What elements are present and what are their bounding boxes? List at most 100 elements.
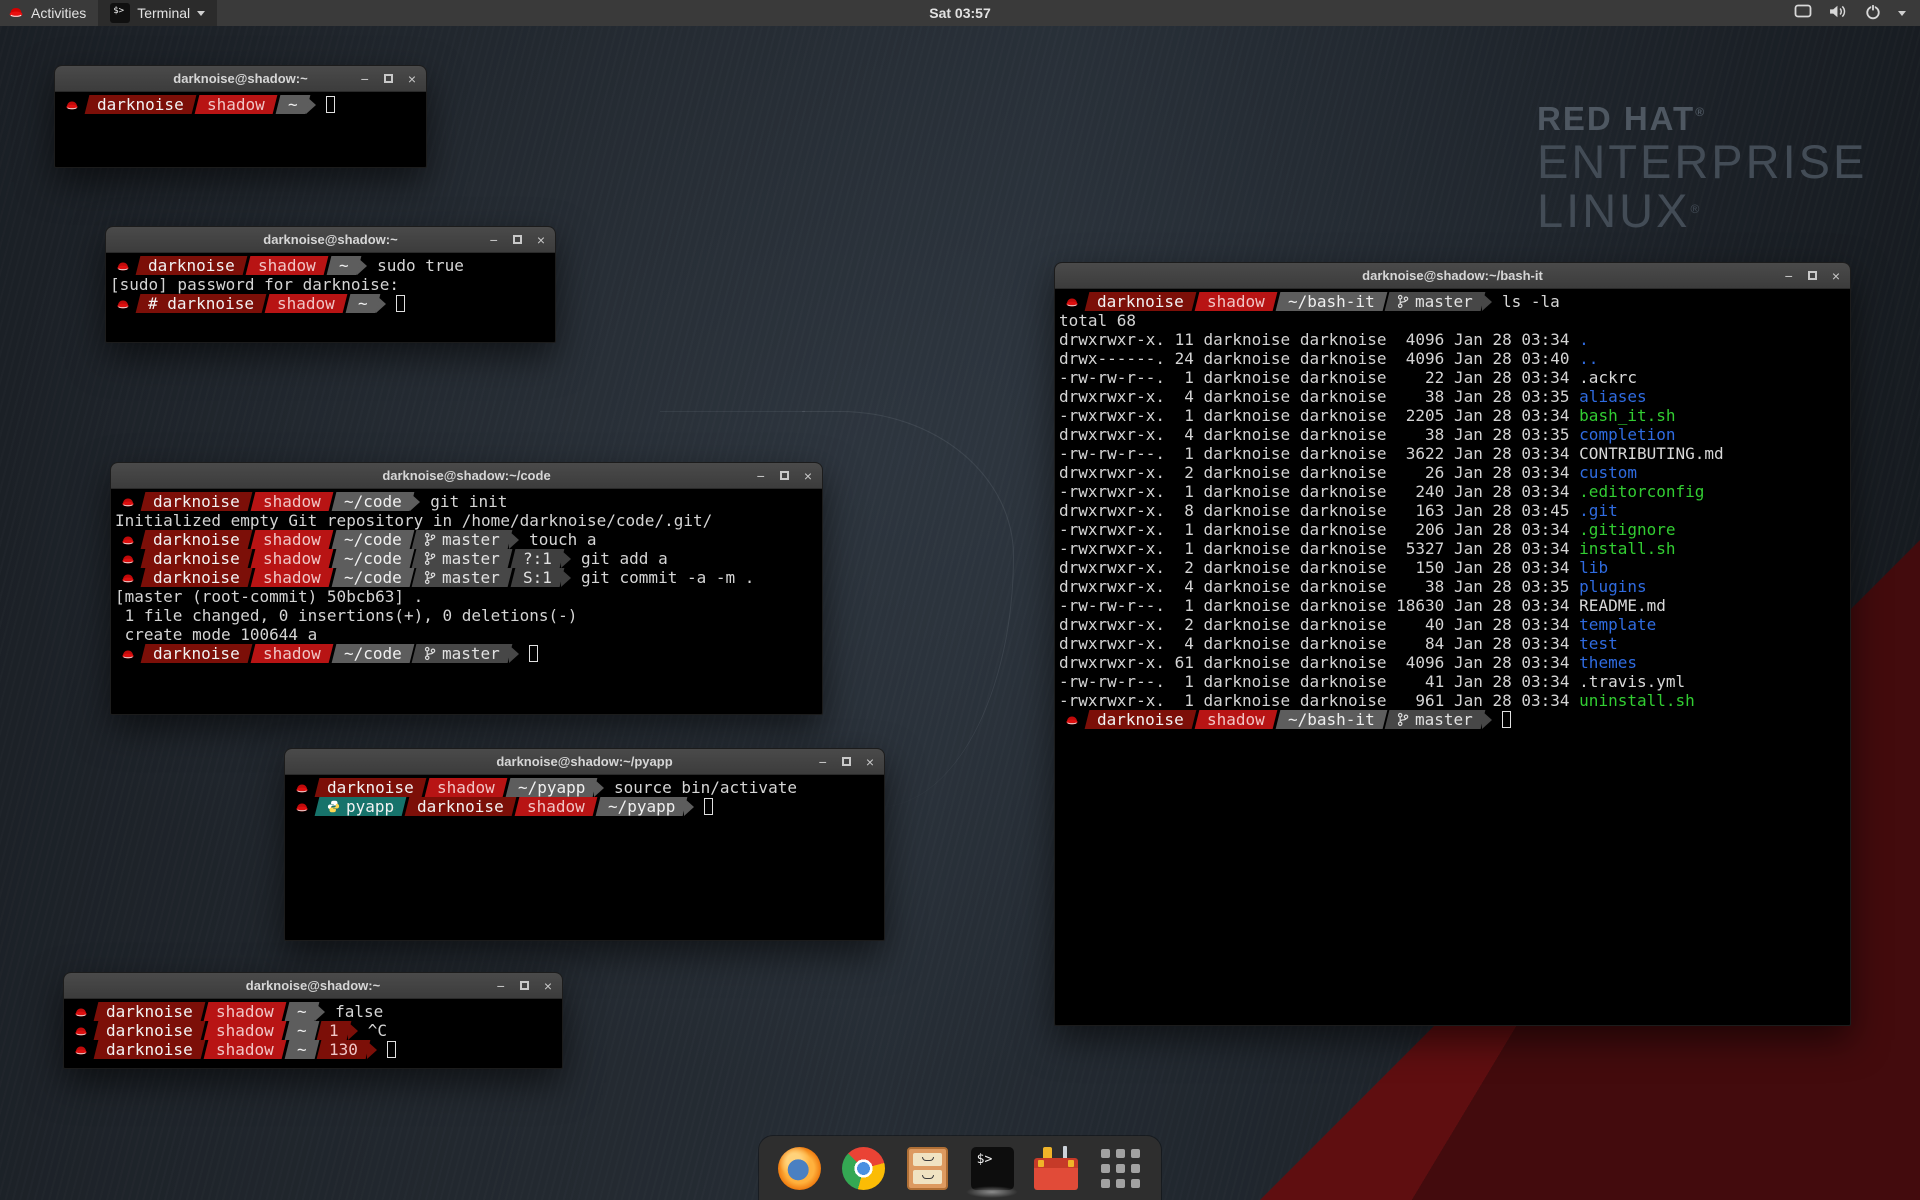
output-line: [master (root-commit) 50bcb63] . — [115, 587, 821, 606]
window-title: darknoise@shadow:~/code — [111, 468, 822, 483]
output-line: drwxrwxr-x. 8 darknoise darknoise 163 Ja… — [1059, 501, 1849, 520]
redhat-icon — [110, 298, 135, 310]
chevron-down-icon — [197, 11, 205, 16]
close-button[interactable]: × — [1832, 269, 1840, 283]
terminal-content[interactable]: darknoiseshadow~falsedarknoiseshadow~1^C… — [65, 1000, 561, 1067]
drawer — [913, 1153, 942, 1167]
maximize-button[interactable] — [520, 981, 529, 990]
minimize-button[interactable]: − — [1785, 269, 1793, 283]
prompt-segment-path: ~/bash-it — [1275, 710, 1386, 729]
prompt-line: darknoiseshadow~1^C — [68, 1021, 561, 1040]
prompt-segment-path: ~ — [284, 1040, 318, 1059]
chrome-icon[interactable] — [840, 1144, 888, 1192]
redhat-icon — [110, 260, 135, 272]
maximize-button[interactable] — [384, 74, 393, 83]
minimize-button[interactable]: − — [819, 755, 827, 769]
app-menu[interactable]: $> Terminal — [98, 0, 217, 26]
window-titlebar[interactable]: darknoise@shadow:~ −× — [55, 66, 426, 92]
close-button[interactable]: × — [408, 72, 416, 86]
maximize-button[interactable] — [780, 471, 789, 480]
window-titlebar[interactable]: darknoise@shadow:~ −× — [106, 227, 555, 253]
activities-button[interactable]: Activities — [0, 0, 98, 26]
display-icon[interactable] — [1794, 4, 1812, 22]
system-tray[interactable] — [1794, 0, 1920, 26]
terminal-cursor — [1502, 711, 1511, 728]
drawer — [913, 1170, 942, 1184]
prompt-segment-user: darknoise — [141, 568, 252, 587]
file-name: lib — [1579, 558, 1608, 577]
running-app-glow — [966, 1186, 1018, 1198]
minimize-button[interactable]: − — [490, 233, 498, 247]
firefox-icon[interactable] — [775, 1144, 823, 1192]
terminal-window-pyapp: darknoise@shadow:~/pyapp −× darknoisesha… — [284, 748, 885, 941]
output-line: drwxrwxr-x. 2 darknoise darknoise 150 Ja… — [1059, 558, 1849, 577]
activities-label: Activities — [31, 5, 86, 21]
minimize-button[interactable]: − — [757, 469, 765, 483]
window-titlebar[interactable]: darknoise@shadow:~ −× — [64, 973, 562, 999]
output-line: -rw-rw-r--. 1 darknoise darknoise 18630 … — [1059, 596, 1849, 615]
brand-line-1: RED HAT® — [1537, 100, 1867, 138]
prompt-segment-branch: master — [412, 568, 513, 587]
prompt-segment-user: darknoise — [141, 644, 252, 663]
clock[interactable]: Sat 03:57 — [929, 5, 990, 21]
prompt-segment-path: ~ — [284, 1002, 318, 1021]
terminal-content[interactable]: darknoiseshadow~sudo true[sudo] password… — [107, 254, 554, 341]
prompt-segment-host: shadow — [265, 294, 348, 313]
output-line: drwxrwxr-x. 4 darknoise darknoise 84 Jan… — [1059, 634, 1849, 653]
redhat-icon — [115, 572, 140, 584]
minimize-button[interactable]: − — [361, 72, 369, 86]
files-icon[interactable] — [904, 1144, 952, 1192]
power-icon[interactable] — [1865, 4, 1881, 23]
volume-icon[interactable] — [1829, 4, 1848, 22]
maximize-button[interactable] — [842, 757, 851, 766]
output-line: drwxrwxr-x. 4 darknoise darknoise 38 Jan… — [1059, 425, 1849, 444]
prompt-line: # darknoiseshadow~ — [110, 294, 554, 313]
minimize-button[interactable]: − — [497, 979, 505, 993]
output-line: drwxrwxr-x. 4 darknoise darknoise 38 Jan… — [1059, 387, 1849, 406]
prompt-segment-user: darknoise — [315, 778, 426, 797]
window-titlebar[interactable]: darknoise@shadow:~/pyapp −× — [285, 749, 884, 775]
app-grid-icon[interactable] — [1097, 1144, 1145, 1192]
toolbox-icon[interactable] — [1032, 1144, 1080, 1192]
file-name: aliases — [1579, 387, 1646, 406]
prompt-segment-host: shadow — [250, 530, 333, 549]
file-name: themes — [1579, 653, 1637, 672]
prompt-segment-status: S:1 — [511, 568, 565, 587]
output-line: -rw-rw-r--. 1 darknoise darknoise 22 Jan… — [1059, 368, 1849, 387]
python-icon — [327, 800, 340, 813]
maximize-button[interactable] — [1808, 271, 1817, 280]
file-name: custom — [1579, 463, 1637, 482]
terminal-window-home: darknoise@shadow:~ −× darknoiseshadow~ — [54, 65, 427, 168]
prompt-segment-host: shadow — [1194, 292, 1277, 311]
prompt-segment-user: darknoise — [141, 492, 252, 511]
close-button[interactable]: × — [537, 233, 545, 247]
prompt-line: darknoiseshadow~sudo true — [110, 256, 554, 275]
file-name: install.sh — [1579, 539, 1675, 558]
terminal-content[interactable]: darknoiseshadow~/codegit initInitialized… — [112, 490, 821, 713]
close-button[interactable]: × — [544, 979, 552, 993]
prompt-segment-user: darknoise — [94, 1040, 205, 1059]
window-titlebar[interactable]: darknoise@shadow:~/bash-it − × — [1055, 263, 1850, 289]
wallpaper-line — [660, 411, 805, 412]
terminal-content[interactable]: darknoiseshadow~/bash-itmasterls -latota… — [1056, 290, 1849, 1024]
prompt-segment-user: darknoise — [85, 95, 196, 114]
terminal-cursor — [704, 798, 713, 815]
registered-mark: ® — [1690, 202, 1702, 216]
window-title: darknoise@shadow:~/bash-it — [1055, 268, 1850, 283]
terminal-icon[interactable]: $> — [968, 1144, 1016, 1192]
terminal-content[interactable]: darknoiseshadow~/pyappsource bin/activat… — [286, 776, 883, 939]
terminal-content[interactable]: darknoiseshadow~ — [56, 93, 425, 166]
window-titlebar[interactable]: darknoise@shadow:~/code − × — [111, 463, 822, 489]
file-name: plugins — [1579, 577, 1646, 596]
close-button[interactable]: × — [804, 469, 812, 483]
prompt-segment-venv: pyapp — [315, 797, 407, 816]
maximize-button[interactable] — [513, 235, 522, 244]
redhat-icon — [8, 5, 24, 22]
close-button[interactable]: × — [866, 755, 874, 769]
brand-line-3: LINUX® — [1537, 187, 1867, 236]
output-line: -rwxrwxr-x. 1 darknoise darknoise 5327 J… — [1059, 539, 1849, 558]
chevron-down-icon[interactable] — [1898, 11, 1906, 16]
output-line: drwxrwxr-x. 2 darknoise darknoise 40 Jan… — [1059, 615, 1849, 634]
prompt-line: darknoiseshadow~/codegit init — [115, 492, 821, 511]
output-line: -rw-rw-r--. 1 darknoise darknoise 3622 J… — [1059, 444, 1849, 463]
